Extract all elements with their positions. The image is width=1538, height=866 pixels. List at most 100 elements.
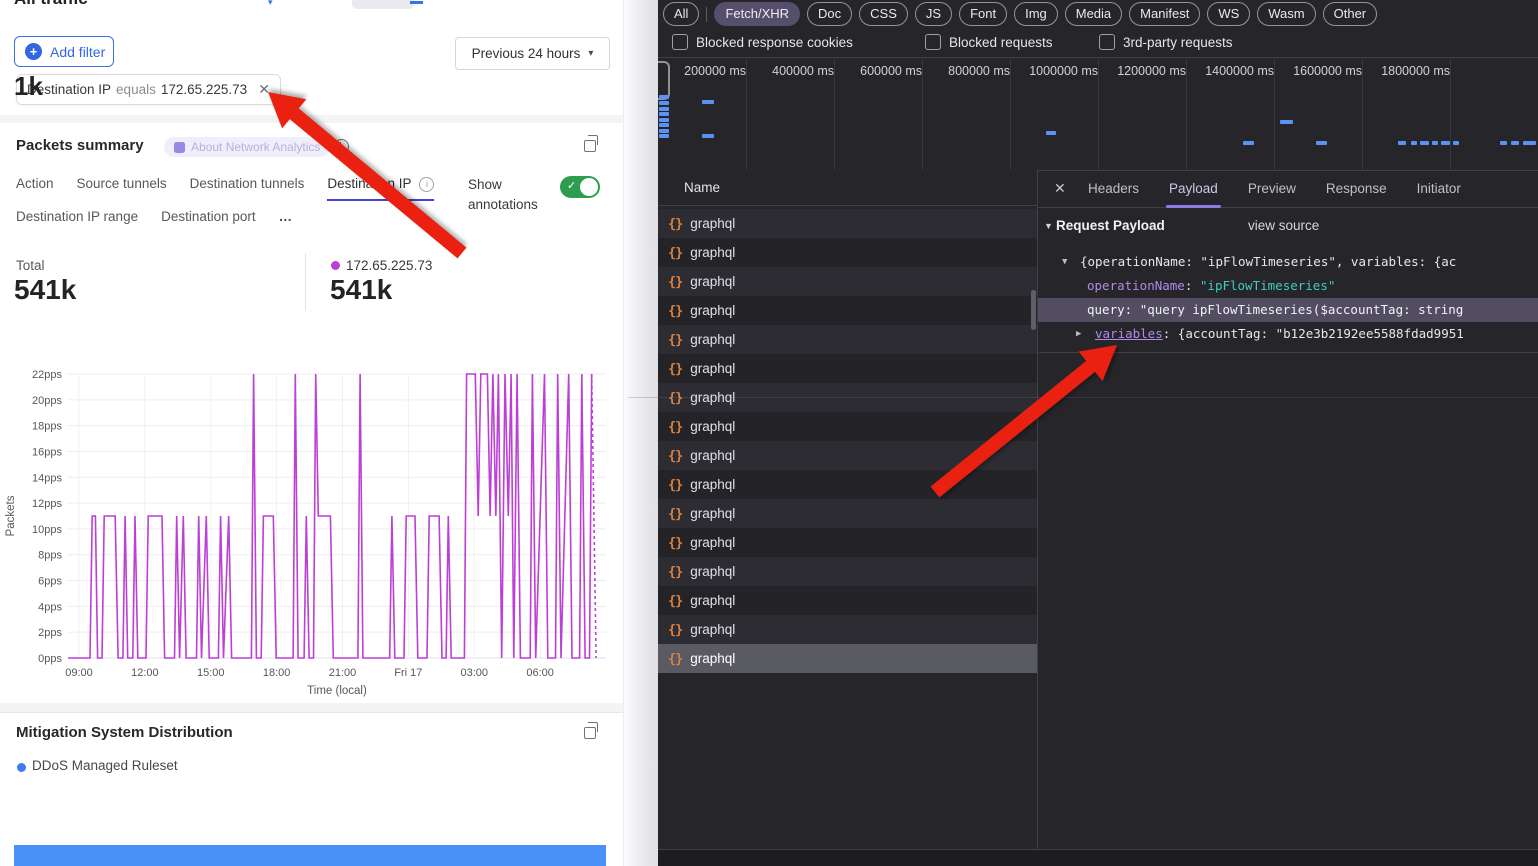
timeline-request-bar — [1316, 141, 1327, 145]
request-row-graphql[interactable]: {}graphql — [658, 209, 1037, 238]
filter-pill-ws[interactable]: WS — [1207, 2, 1250, 26]
timeline-request-bar — [1432, 141, 1438, 145]
details-tab-headers[interactable]: Headers — [1088, 170, 1139, 208]
time-range-dropdown[interactable]: Previous 24 hours ▾ — [455, 37, 610, 70]
time-range-value: Previous 24 hours — [472, 46, 581, 61]
checkbox-icon[interactable] — [925, 34, 941, 50]
request-row-graphql[interactable]: {}graphql — [658, 528, 1037, 557]
request-row-graphql[interactable]: {}graphql — [658, 499, 1037, 528]
timeline-tick-label: 200000 ms — [662, 64, 746, 78]
view-source-link[interactable]: view source — [1248, 214, 1319, 238]
annotations-toggle[interactable]: ✓ — [560, 176, 600, 198]
payload-value: {accountTag: "b12e3b2192ee5588fdad9951 — [1178, 326, 1464, 341]
book-icon — [174, 142, 185, 153]
details-tab-initiator[interactable]: Initiator — [1417, 170, 1461, 208]
filter-pill-wasm[interactable]: Wasm — [1257, 2, 1315, 26]
filter-pill-img[interactable]: Img — [1014, 2, 1058, 26]
timeline-request-bar — [659, 123, 669, 127]
about-network-analytics-badge[interactable]: About Network Analytics — [164, 137, 330, 157]
timeline-tick-label: 1600000 ms — [1278, 64, 1362, 78]
json-braces-icon: {} — [668, 361, 682, 377]
timeline-request-bar — [1280, 120, 1293, 124]
info-icon[interactable]: i — [419, 177, 434, 192]
request-name: graphql — [690, 477, 735, 492]
checkbox-blocked-requests[interactable]: Blocked requests — [925, 34, 1053, 50]
collapse-triangle-icon[interactable]: ▼ — [1044, 214, 1053, 238]
json-braces-icon: {} — [668, 303, 682, 319]
mitigation-legend: DDoS Managed Ruleset — [32, 758, 178, 773]
request-name: graphql — [690, 593, 735, 608]
expand-card-icon[interactable] — [584, 140, 596, 152]
close-icon[interactable]: ✕ — [1054, 180, 1066, 197]
request-row-graphql[interactable]: {} graphql — [658, 470, 1037, 499]
network-overview-timeline[interactable]: 200000 ms400000 ms600000 ms800000 ms1000… — [658, 57, 1538, 171]
request-row-graphql[interactable]: {}graphql — [658, 325, 1037, 354]
tri-right-icon[interactable]: ▶ — [1076, 322, 1081, 346]
filter-pill-doc[interactable]: Doc — [807, 2, 852, 26]
devtools-panel: All Fetch/XHR Doc CSS JS Font Img Media Manifest… — [658, 0, 1538, 866]
request-type-filters: All Fetch/XHR Doc CSS JS Font Img Media Manifest… — [663, 2, 1377, 26]
cut-toolbar-dash — [410, 1, 423, 4]
tab-destination-port[interactable]: Destination port — [161, 209, 256, 224]
expand-card-icon[interactable] — [584, 727, 596, 739]
timeline-request-bar — [659, 134, 669, 138]
tab-source-tunnels[interactable]: Source tunnels — [77, 176, 167, 201]
filter-pill-font[interactable]: Font — [959, 2, 1007, 26]
request-row-graphql[interactable]: {}graphql — [658, 557, 1037, 586]
svg-text:21:00: 21:00 — [329, 667, 357, 679]
svg-text:6pps: 6pps — [38, 576, 62, 588]
svg-text:14pps: 14pps — [32, 472, 62, 484]
payload-preview-line[interactable]: ▼ {operationName: "ipFlowTimeseries", va… — [1038, 250, 1538, 274]
filter-pill-manifest[interactable]: Manifest — [1129, 2, 1200, 26]
svg-text:20pps: 20pps — [32, 395, 62, 407]
timeline-gridline — [834, 57, 835, 170]
filter-pill-css[interactable]: CSS — [859, 2, 908, 26]
request-row-graphql[interactable]: {}graphql — [658, 296, 1037, 325]
chevron-down-icon: ▾ — [588, 48, 593, 59]
more-tabs-icon[interactable]: … — [279, 209, 294, 224]
details-tab-response[interactable]: Response — [1326, 170, 1387, 208]
checkbox-3rd-party-requests[interactable]: 3rd-party requests — [1099, 34, 1233, 50]
request-row-graphql[interactable]: {}graphql — [658, 412, 1037, 441]
series-label: 172.65.225.73 — [346, 258, 432, 273]
timeline-tick-label: 1400000 ms — [1190, 64, 1274, 78]
request-row-graphql[interactable]: {}graphql — [658, 238, 1037, 267]
packets-timeseries-chart: 0pps2pps4pps6pps8pps10pps12pps14pps16pps… — [0, 360, 620, 700]
filter-pill-fetch-xhr[interactable]: Fetch/XHR — [714, 2, 800, 26]
filter-pill-other[interactable]: Other — [1323, 2, 1378, 26]
checkbox-icon[interactable] — [672, 34, 688, 50]
add-filter-button[interactable]: + Add filter — [14, 36, 114, 67]
tri-down-icon[interactable]: ▼ — [1062, 250, 1067, 274]
checkbox-icon[interactable] — [1099, 34, 1115, 50]
payload-row-query[interactable]: query: "query ipFlowTimeseries($accountT… — [1038, 298, 1538, 322]
details-tab-payload[interactable]: Payload — [1169, 170, 1218, 208]
request-row-graphql[interactable]: {}graphql — [658, 615, 1037, 644]
json-braces-icon: {} — [668, 593, 682, 609]
show-annotations-label: Show annotations — [468, 175, 560, 215]
json-braces-icon: {} — [668, 477, 682, 493]
request-name: graphql — [690, 274, 735, 289]
svg-text:22pps: 22pps — [32, 369, 62, 381]
request-name: graphql — [690, 651, 735, 666]
request-row-graphql[interactable]: {}graphql — [658, 267, 1037, 296]
checkbox-blocked-response-cookies[interactable]: Blocked response cookies — [672, 34, 853, 50]
request-row-graphql[interactable]: {}graphql — [658, 354, 1037, 383]
payload-row-operationName[interactable]: operationName: "ipFlowTimeseries" — [1038, 274, 1538, 298]
tab-destination-tunnels[interactable]: Destination tunnels — [190, 176, 305, 201]
request-row-graphql[interactable]: {}graphql — [658, 644, 1037, 673]
filter-pill-media[interactable]: Media — [1065, 2, 1122, 26]
tab-action[interactable]: Action — [16, 176, 54, 201]
requests-scrollbar-thumb[interactable] — [1031, 290, 1036, 330]
timeline-request-bar — [659, 101, 669, 105]
svg-text:09:00: 09:00 — [65, 667, 93, 679]
request-row-graphql[interactable]: {} graphql — [658, 586, 1037, 615]
timeline-gridline — [746, 57, 747, 170]
details-tab-preview[interactable]: Preview — [1248, 170, 1296, 208]
timeline-tick-label: 1000000 ms — [1014, 64, 1098, 78]
tab-destination-ip-range[interactable]: Destination IP range — [16, 209, 138, 224]
payload-value: "ipFlowTimeseries" — [1200, 278, 1335, 293]
request-name: graphql — [690, 332, 735, 347]
filter-pill-js[interactable]: JS — [915, 2, 952, 26]
name-column-header[interactable]: Name — [658, 170, 1037, 206]
filter-pill-all[interactable]: All — [663, 2, 699, 26]
